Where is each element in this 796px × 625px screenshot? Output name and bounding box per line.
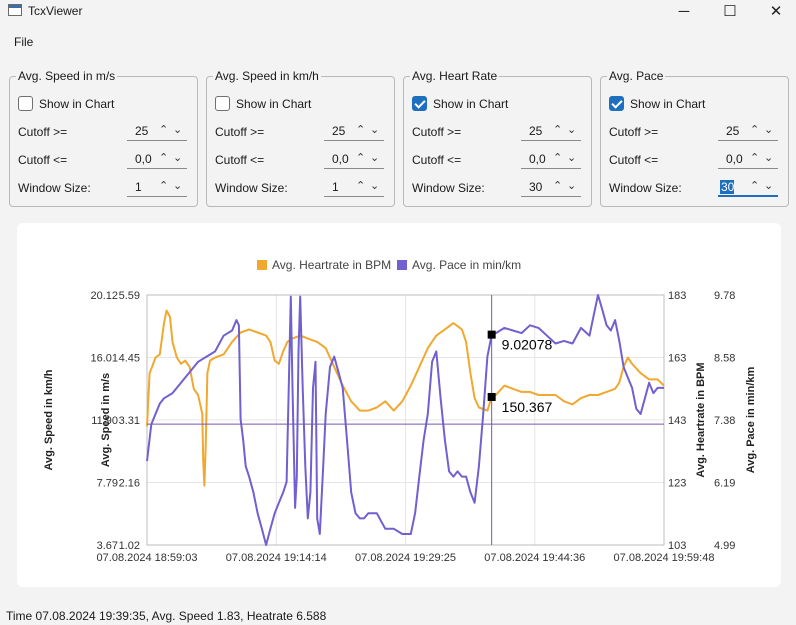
spinbox-value[interactable]: 0,0 [135, 152, 153, 166]
checkbox-label: Show in Chart [433, 96, 509, 111]
cutoff-le-spinbox[interactable]: 0,0 ⌃ ⌄ [521, 150, 581, 169]
cutoff-le-spinbox[interactable]: 0,0 ⌃ ⌄ [127, 150, 187, 169]
spinbox-value[interactable]: 25 [529, 124, 547, 138]
settings-group: Avg. Pace Show in Chart Cutoff >= 25 ⌃ ⌄… [600, 69, 789, 207]
chevron-up-icon[interactable]: ⌃ [750, 123, 759, 136]
spinbox-value[interactable]: 25 [332, 124, 350, 138]
spinbox-value[interactable]: 30 [529, 180, 547, 194]
cutoff-ge-label: Cutoff >= [18, 125, 68, 139]
legend-item-heartrate[interactable]: Avg. Heartrate in BPM [257, 258, 391, 272]
checkbox-label: Show in Chart [236, 96, 312, 111]
window-size-label: Window Size: [412, 181, 485, 195]
cutoff-le-label: Cutoff <= [609, 153, 659, 167]
close-button[interactable]: ✕ [753, 0, 796, 22]
checkbox-label: Show in Chart [630, 96, 706, 111]
cutoff-ge-label: Cutoff >= [412, 125, 462, 139]
show-in-chart-checkbox[interactable]: Show in Chart [412, 96, 508, 111]
window-size-spinbox[interactable]: 30 ⌃ ⌄ [521, 178, 581, 197]
chevron-up-icon[interactable]: ⌃ [553, 179, 562, 192]
chevron-down-icon[interactable]: ⌄ [567, 151, 576, 164]
chevron-up-icon[interactable]: ⌃ [159, 123, 168, 136]
settings-group: Avg. Speed in km/h Show in Chart Cutoff … [206, 69, 395, 207]
checkbox-label: Show in Chart [39, 96, 115, 111]
checkbox-box[interactable] [215, 96, 230, 111]
legend-item-pace[interactable]: Avg. Pace in min/km [397, 258, 521, 272]
chevron-up-icon[interactable]: ⌃ [750, 151, 759, 164]
cutoff-le-label: Cutoff <= [412, 153, 462, 167]
chevron-down-icon[interactable]: ⌄ [567, 123, 576, 136]
cutoff-ge-label: Cutoff >= [609, 125, 659, 139]
maximize-button[interactable]: ☐ [707, 0, 753, 22]
chevron-up-icon[interactable]: ⌃ [356, 123, 365, 136]
cutoff-ge-label: Cutoff >= [215, 125, 265, 139]
window-size-label: Window Size: [18, 181, 91, 195]
chevron-up-icon[interactable]: ⌃ [159, 179, 168, 192]
chevron-down-icon[interactable]: ⌄ [370, 179, 379, 192]
cutoff-ge-spinbox[interactable]: 25 ⌃ ⌄ [324, 122, 384, 141]
spinbox-value[interactable]: 1 [332, 180, 350, 194]
legend-label-pace: Avg. Pace in min/km [412, 258, 522, 272]
spinbox-value[interactable]: 30 [720, 180, 734, 194]
chevron-down-icon[interactable]: ⌄ [173, 151, 182, 164]
window-size-spinbox[interactable]: 1 ⌃ ⌄ [324, 178, 384, 197]
show-in-chart-checkbox[interactable]: Show in Chart [609, 96, 705, 111]
settings-group: Avg. Speed in m/s Show in Chart Cutoff >… [9, 69, 198, 207]
chevron-down-icon[interactable]: ⌄ [764, 151, 773, 164]
spinbox-value[interactable]: 25 [135, 124, 153, 138]
window-size-label: Window Size: [609, 181, 682, 195]
chevron-up-icon[interactable]: ⌃ [750, 179, 759, 192]
chart-panel [17, 223, 781, 587]
status-bar: Time 07.08.2024 19:39:35, Avg. Speed 1.8… [6, 609, 327, 623]
chevron-down-icon[interactable]: ⌄ [370, 123, 379, 136]
chevron-down-icon[interactable]: ⌄ [173, 123, 182, 136]
checkbox-box[interactable] [412, 96, 427, 111]
group-title: Avg. Speed in km/h [213, 69, 321, 83]
cutoff-le-spinbox[interactable]: 0,0 ⌃ ⌄ [718, 150, 778, 169]
chevron-down-icon[interactable]: ⌄ [173, 179, 182, 192]
show-in-chart-checkbox[interactable]: Show in Chart [215, 96, 311, 111]
spinbox-value[interactable]: 1 [135, 180, 153, 194]
window-size-spinbox[interactable]: 1 ⌃ ⌄ [127, 178, 187, 197]
cutoff-le-label: Cutoff <= [18, 153, 68, 167]
legend-swatch-heartrate [257, 260, 267, 270]
title-bar: TcxViewer ─ ☐ ✕ [0, 0, 796, 22]
menu-bar: File [0, 32, 796, 52]
app-window-icon [8, 4, 22, 16]
legend-label-heartrate: Avg. Heartrate in BPM [272, 258, 392, 272]
chevron-up-icon[interactable]: ⌃ [553, 151, 562, 164]
spinbox-value[interactable]: 0,0 [726, 152, 744, 166]
checkbox-box[interactable] [18, 96, 33, 111]
cutoff-ge-spinbox[interactable]: 25 ⌃ ⌄ [718, 122, 778, 141]
chevron-up-icon[interactable]: ⌃ [553, 123, 562, 136]
spinbox-value[interactable]: 0,0 [529, 152, 547, 166]
cutoff-ge-spinbox[interactable]: 25 ⌃ ⌄ [127, 122, 187, 141]
chevron-down-icon[interactable]: ⌄ [764, 123, 773, 136]
minimize-button[interactable]: ─ [661, 0, 707, 22]
chevron-down-icon[interactable]: ⌄ [764, 179, 773, 192]
spinbox-value[interactable]: 0,0 [332, 152, 350, 166]
settings-group: Avg. Heart Rate Show in Chart Cutoff >= … [403, 69, 592, 207]
chevron-up-icon[interactable]: ⌃ [356, 179, 365, 192]
group-title: Avg. Heart Rate [410, 69, 500, 83]
spinbox-value[interactable]: 25 [726, 124, 744, 138]
show-in-chart-checkbox[interactable]: Show in Chart [18, 96, 114, 111]
menu-file[interactable]: File [14, 35, 33, 49]
window-title: TcxViewer [28, 4, 83, 18]
checkbox-box[interactable] [609, 96, 624, 111]
cutoff-ge-spinbox[interactable]: 25 ⌃ ⌄ [521, 122, 581, 141]
chevron-down-icon[interactable]: ⌄ [370, 151, 379, 164]
window-size-label: Window Size: [215, 181, 288, 195]
legend-swatch-pace [397, 260, 407, 270]
cutoff-le-label: Cutoff <= [215, 153, 265, 167]
cutoff-le-spinbox[interactable]: 0,0 ⌃ ⌄ [324, 150, 384, 169]
group-title: Avg. Speed in m/s [16, 69, 118, 83]
chevron-up-icon[interactable]: ⌃ [159, 151, 168, 164]
chevron-down-icon[interactable]: ⌄ [567, 179, 576, 192]
chevron-up-icon[interactable]: ⌃ [356, 151, 365, 164]
window-size-spinbox[interactable]: 30 ⌃ ⌄ [718, 178, 778, 197]
group-title: Avg. Pace [607, 69, 666, 83]
